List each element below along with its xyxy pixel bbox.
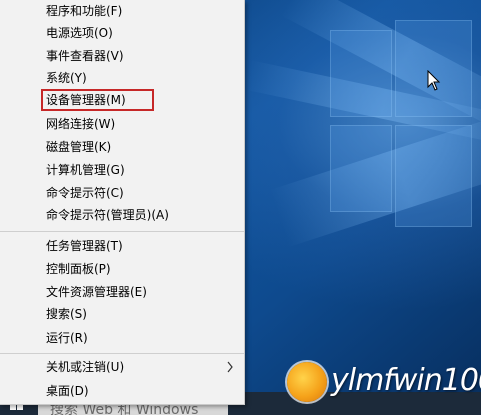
menu-item-label: 命令提示符(C) [46, 186, 124, 200]
menu-item-disk-management[interactable]: 磁盘管理(K) [0, 136, 244, 158]
menu-item-label: 关机或注销(U) [46, 360, 125, 374]
menu-item-label: 计算机管理(G) [46, 163, 125, 177]
menu-item-label: 事件查看器(V) [46, 49, 124, 63]
menu-item-system[interactable]: 系统(Y) [0, 67, 244, 89]
menu-separator [0, 353, 244, 354]
menu-item-run[interactable]: 运行(R) [0, 327, 244, 349]
menu-item-power-options[interactable]: 电源选项(O) [0, 22, 244, 44]
menu-item-event-viewer[interactable]: 事件查看器(V) [0, 45, 244, 67]
menu-item-command-prompt-admin[interactable]: 命令提示符(管理员)(A) [0, 204, 244, 226]
menu-item-shutdown-signout[interactable]: 关机或注销(U) [0, 356, 244, 378]
menu-item-label: 搜索(S) [46, 307, 87, 321]
watermark: ylmfwin100.com [281, 356, 481, 412]
watermark-text: ylmfwin100.com [331, 363, 481, 398]
highlight-box [41, 89, 154, 111]
menu-item-search[interactable]: 搜索(S) [0, 303, 244, 325]
menu-separator [0, 231, 244, 232]
mouse-pointer-icon [427, 70, 441, 91]
menu-item-computer-management[interactable]: 计算机管理(G) [0, 159, 244, 181]
chevron-right-icon [227, 361, 233, 373]
menu-item-command-prompt[interactable]: 命令提示符(C) [0, 182, 244, 204]
menu-item-label: 文件资源管理器(E) [46, 285, 147, 299]
menu-item-label: 电源选项(O) [46, 26, 113, 40]
winx-context-menu: 程序和功能(F) 电源选项(O) 事件查看器(V) 系统(Y) 设备管理器(M)… [0, 0, 245, 405]
watermark-logo-icon [287, 362, 327, 402]
menu-item-desktop[interactable]: 桌面(D) [0, 380, 244, 402]
logo-pane [330, 30, 392, 117]
menu-item-label: 控制面板(P) [46, 262, 111, 276]
menu-item-label: 任务管理器(T) [46, 239, 123, 253]
menu-item-label: 程序和功能(F) [46, 4, 123, 18]
menu-item-label: 桌面(D) [46, 384, 89, 398]
menu-item-programs-features[interactable]: 程序和功能(F) [0, 0, 244, 22]
menu-item-file-explorer[interactable]: 文件资源管理器(E) [0, 281, 244, 303]
menu-item-network-connections[interactable]: 网络连接(W) [0, 113, 244, 135]
logo-pane [330, 125, 392, 212]
menu-item-label: 网络连接(W) [46, 117, 116, 131]
menu-item-label: 运行(R) [46, 331, 88, 345]
screen: 搜索 Web 和 Windows ylmfwin100.com 程序和功能(F)… [0, 0, 481, 415]
menu-item-task-manager[interactable]: 任务管理器(T) [0, 235, 244, 257]
logo-pane [395, 20, 472, 117]
logo-pane [395, 125, 472, 227]
menu-item-label: 系统(Y) [46, 71, 87, 85]
menu-item-label: 命令提示符(管理员)(A) [46, 208, 169, 222]
menu-item-control-panel[interactable]: 控制面板(P) [0, 258, 244, 280]
menu-item-label: 磁盘管理(K) [46, 140, 112, 154]
